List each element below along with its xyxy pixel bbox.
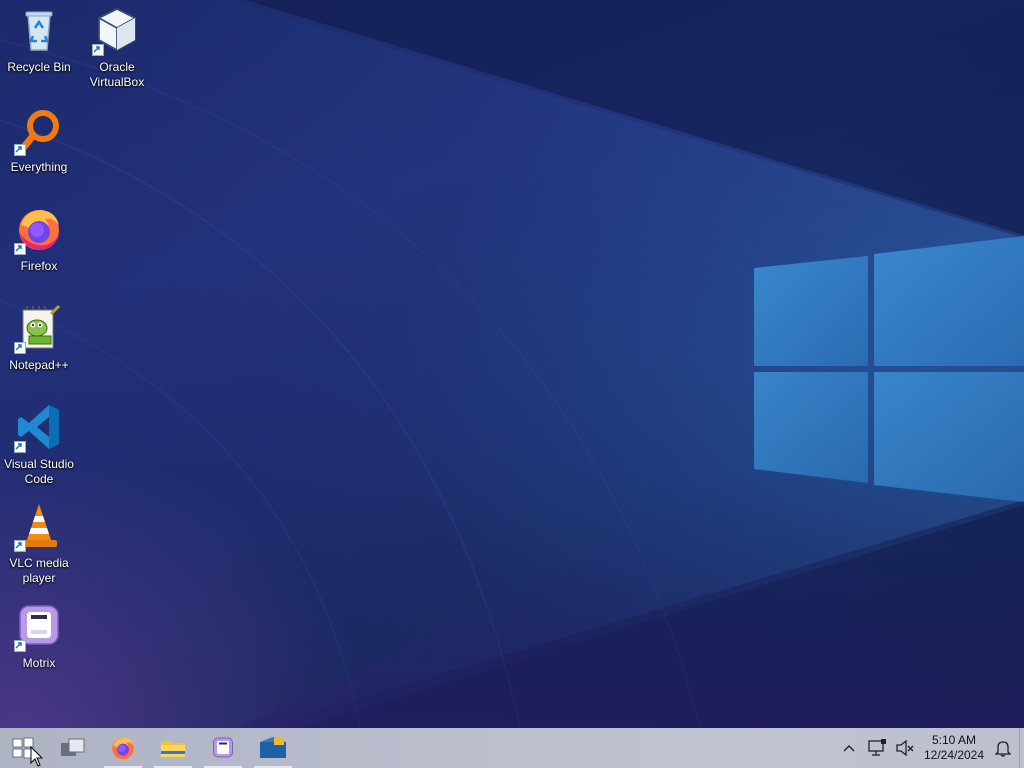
virtualbox-icon	[260, 737, 286, 758]
clock-time: 5:10 AM	[931, 733, 977, 747]
taskbar-clock[interactable]: 5:10 AM 12/24/2024	[916, 728, 992, 768]
desktop-icon-label: Everything	[10, 160, 68, 174]
firefox-icon	[112, 737, 134, 760]
virtualbox-icon	[92, 6, 141, 56]
chevron-up-icon	[843, 745, 855, 752]
desktop-icon-label: Oracle VirtualBox	[89, 60, 145, 89]
motrix-icon	[14, 602, 63, 652]
shortcut-arrow-icon	[14, 640, 26, 652]
motrix-icon	[213, 737, 233, 758]
everything-search-icon	[14, 106, 63, 156]
volume-button[interactable]	[892, 728, 918, 768]
desktop-icon-motrix[interactable]: Motrix	[1, 602, 77, 671]
desktop-icon-label: VLC media player	[9, 556, 69, 585]
clock-date: 12/24/2024	[923, 748, 985, 762]
vlc-icon	[14, 502, 63, 552]
vscode-icon	[14, 403, 63, 453]
shortcut-arrow-icon	[14, 540, 26, 552]
folder-icon	[161, 741, 185, 757]
desktop-icon-vscode[interactable]: Visual Studio Code	[1, 403, 77, 487]
desktop-icon-everything[interactable]: Everything	[1, 106, 77, 175]
task-view-icon	[61, 738, 85, 756]
desktop-icon-label: Notepad++	[9, 358, 69, 372]
desktop-icon-label: Firefox	[20, 259, 58, 273]
recycle-bin-icon	[15, 6, 63, 54]
desktop-icon-notepad-plus-plus[interactable]: Notepad++	[1, 304, 77, 373]
shortcut-arrow-icon	[14, 342, 26, 354]
show-hidden-icons-button[interactable]	[836, 728, 862, 768]
desktop-background[interactable]: Recycle Bin Oracle VirtualBox Everything	[0, 0, 1024, 728]
shortcut-arrow-icon	[14, 441, 26, 453]
taskbar-firefox-button[interactable]	[100, 728, 146, 768]
desktop-icon-vlc[interactable]: VLC media player	[1, 502, 77, 586]
desktop-icon-virtualbox[interactable]: Oracle VirtualBox	[79, 6, 155, 90]
shortcut-arrow-icon	[92, 44, 104, 56]
desktop-icon-label: Recycle Bin	[7, 60, 71, 74]
shortcut-arrow-icon	[14, 243, 26, 255]
taskbar: 5:10 AM 12/24/2024	[0, 728, 1024, 768]
volume-muted-icon	[896, 739, 914, 757]
firefox-icon	[14, 205, 63, 255]
notepad-plus-plus-icon	[14, 304, 63, 354]
wallpaper-art	[0, 0, 1024, 728]
desktop-icon-firefox[interactable]: Firefox	[1, 205, 77, 274]
action-center-button[interactable]	[990, 728, 1016, 768]
network-button[interactable]	[864, 728, 890, 768]
taskbar-virtualbox-button[interactable]	[250, 728, 296, 768]
task-view-button[interactable]	[50, 728, 96, 768]
notification-icon	[995, 741, 1011, 757]
desktop-icon-label: Motrix	[22, 656, 56, 670]
network-icon	[868, 739, 886, 756]
desktop-icon-label: Visual Studio Code	[4, 457, 74, 486]
shortcut-arrow-icon	[14, 144, 26, 156]
desktop-icon-recycle-bin[interactable]: Recycle Bin	[1, 6, 77, 75]
show-desktop-button[interactable]	[1019, 728, 1024, 768]
mouse-cursor-icon	[30, 746, 44, 767]
taskbar-file-explorer-button[interactable]	[150, 728, 196, 768]
taskbar-motrix-button[interactable]	[200, 728, 246, 768]
